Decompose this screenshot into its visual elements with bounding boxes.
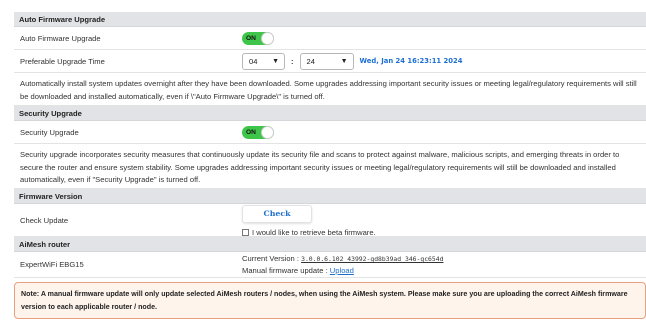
security-upgrade-header: Security Upgrade — [14, 106, 646, 121]
firmware-upgrade-panel: Auto Firmware Upgrade Auto Firmware Upgr… — [14, 12, 646, 319]
current-version-label: Current Version : — [242, 254, 302, 263]
manual-update-line: Manual firmware update : Upload — [242, 265, 354, 276]
manual-update-label: Manual firmware update : — [242, 266, 330, 275]
minute-value: 24 — [306, 56, 315, 66]
auto-firmware-description: Automatically install system updates ove… — [14, 73, 646, 106]
chevron-down-icon: ▼ — [272, 57, 279, 65]
current-version-value: 3.0.0.6.102_43992-gd8b39ad_346-gc654d — [301, 255, 444, 263]
hour-value: 04 — [249, 56, 258, 66]
upgrade-time-row: Preferable Upgrade Time 04 ▼ : 24 ▼ Wed,… — [14, 50, 646, 73]
auto-firmware-header: Auto Firmware Upgrade — [14, 12, 646, 27]
aimesh-device-name: ExpertWiFi EBG15 — [20, 260, 84, 269]
chevron-down-icon: ▼ — [340, 57, 348, 65]
check-button[interactable]: Check — [242, 205, 312, 223]
beta-firmware-label: I would like to retrieve beta firmware. — [252, 228, 376, 237]
security-upgrade-toggle[interactable]: ON — [242, 125, 274, 139]
beta-firmware-checkbox[interactable] — [242, 229, 249, 236]
router-datetime: Wed, Jan 24 16:23:11 2024 — [359, 57, 463, 65]
aimesh-device-info: Current Version : 3.0.0.6.102_43992-gd8b… — [242, 253, 646, 276]
upload-link[interactable]: Upload — [330, 266, 354, 275]
hour-select[interactable]: 04 ▼ — [242, 52, 285, 70]
upgrade-time-value: 04 ▼ : 24 ▼ Wed, Jan 24 16:23:11 2024 — [242, 52, 646, 70]
toggle-on-label: ON — [246, 34, 256, 42]
beta-firmware-option: I would like to retrieve beta firmware. — [242, 228, 376, 237]
security-upgrade-value: ON — [242, 125, 646, 139]
time-separator: : — [291, 56, 294, 66]
upgrade-time-label: Preferable Upgrade Time — [20, 56, 105, 66]
auto-firmware-value: ON — [242, 31, 646, 45]
aimesh-update-note: Note: A manual firmware update will only… — [14, 282, 646, 319]
auto-firmware-label: Auto Firmware Upgrade — [20, 33, 101, 43]
check-update-label: Check Update — [20, 215, 69, 225]
current-version-line: Current Version : 3.0.0.6.102_43992-gd8b… — [242, 253, 443, 265]
check-update-row: Check Update Check I would like to retri… — [14, 204, 646, 237]
aimesh-device-row: ExpertWiFi EBG15 Current Version : 3.0.0… — [14, 252, 646, 278]
auto-firmware-row: Auto Firmware Upgrade ON — [14, 27, 646, 50]
security-upgrade-label: Security Upgrade — [20, 127, 79, 137]
security-upgrade-description: Security upgrade incorporates security m… — [14, 144, 646, 189]
toggle-on-label: ON — [246, 128, 256, 136]
auto-firmware-toggle[interactable]: ON — [242, 31, 274, 45]
minute-select[interactable]: 24 ▼ — [299, 52, 354, 70]
toggle-knob — [261, 125, 274, 139]
check-update-value: Check I would like to retrieve beta firm… — [242, 203, 646, 237]
security-upgrade-row: Security Upgrade ON — [14, 121, 646, 144]
firmware-version-header: Firmware Version — [14, 189, 646, 204]
aimesh-router-header: AiMesh router — [14, 237, 646, 252]
toggle-knob — [261, 31, 274, 45]
